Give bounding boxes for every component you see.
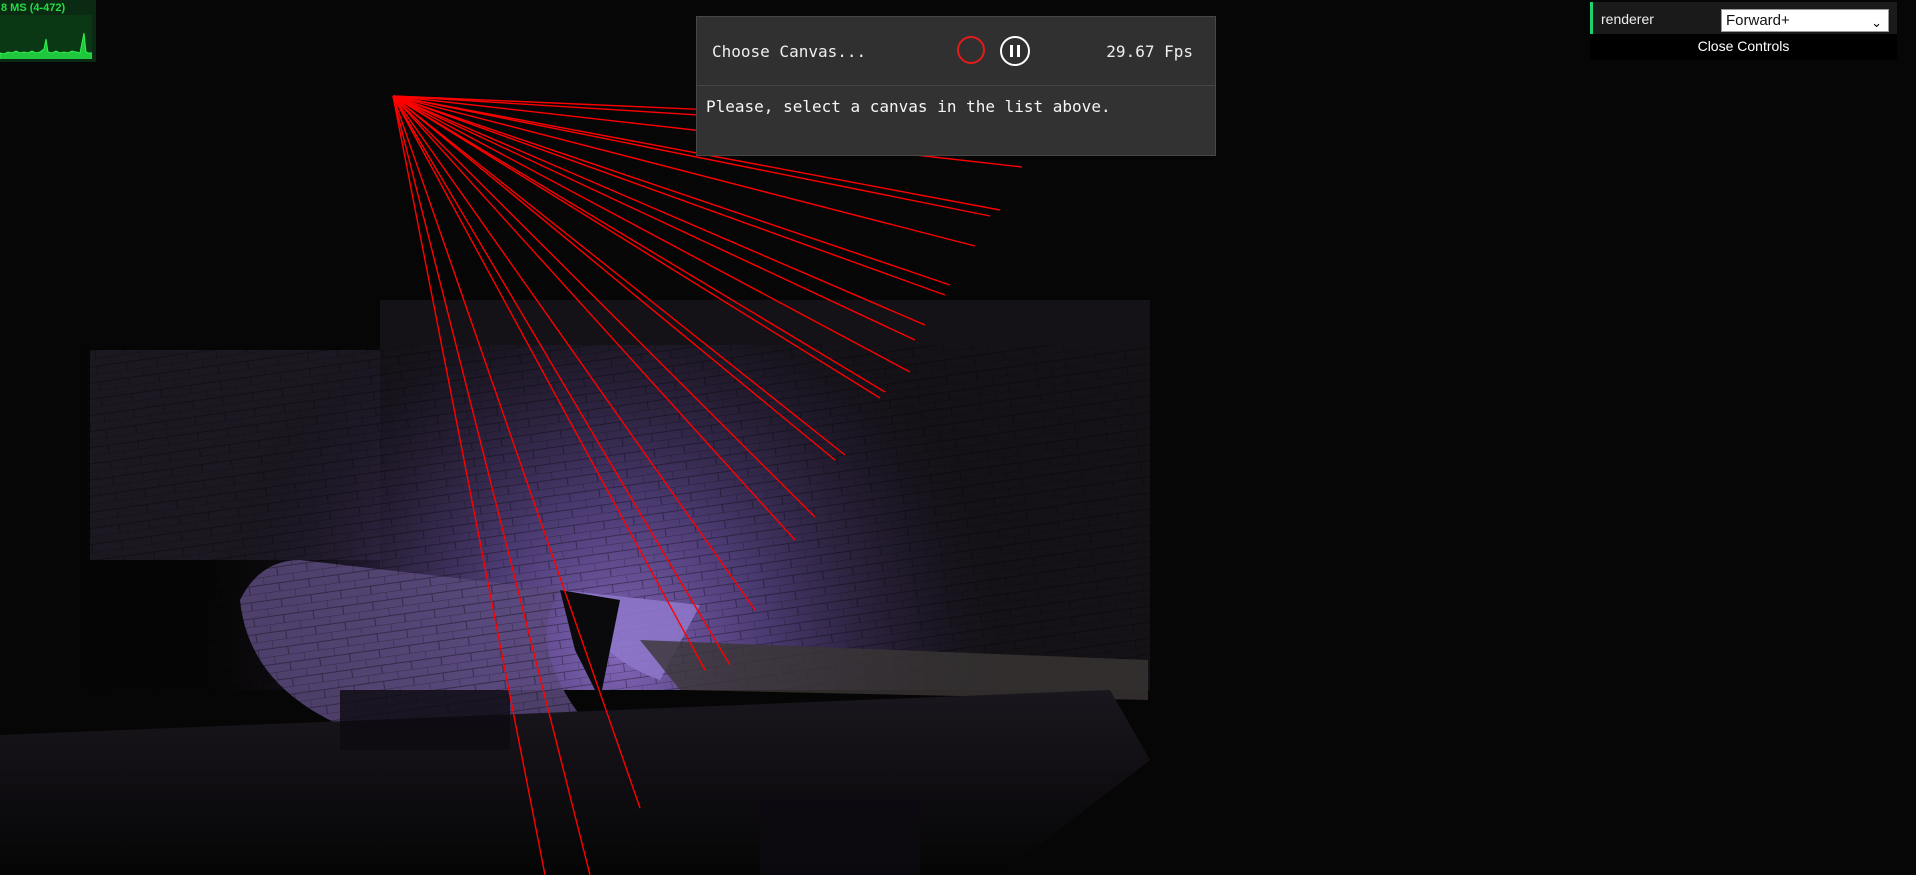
frame-time-graph xyxy=(0,15,92,59)
record-button[interactable] xyxy=(957,36,985,64)
spector-toolbar: Choose Canvas... 29.67 Fps xyxy=(697,17,1215,86)
spector-message: Please, select a canvas in the list abov… xyxy=(706,97,1111,116)
renderer-selected-value: Forward+ xyxy=(1726,12,1790,29)
frame-time-readout: 8 MS (4-472) xyxy=(1,2,66,14)
fps-readout: 29.67 Fps xyxy=(1106,42,1193,61)
controls-panel: renderer Forward+ ⌄ Close Controls xyxy=(1590,2,1897,60)
stats-panel[interactable]: 8 MS (4-472) xyxy=(0,0,96,62)
choose-canvas-dropdown[interactable]: Choose Canvas... xyxy=(712,42,866,61)
pause-button[interactable] xyxy=(1000,36,1030,66)
chevron-down-icon: ⌄ xyxy=(1871,15,1882,30)
close-controls-button[interactable]: Close Controls xyxy=(1590,34,1897,60)
renderer-control-row: renderer Forward+ ⌄ xyxy=(1590,2,1897,34)
renderer-label: renderer xyxy=(1601,11,1654,27)
renderer-select[interactable]: Forward+ ⌄ xyxy=(1721,9,1889,32)
spector-inspector-panel: Choose Canvas... 29.67 Fps Please, selec… xyxy=(696,16,1216,156)
